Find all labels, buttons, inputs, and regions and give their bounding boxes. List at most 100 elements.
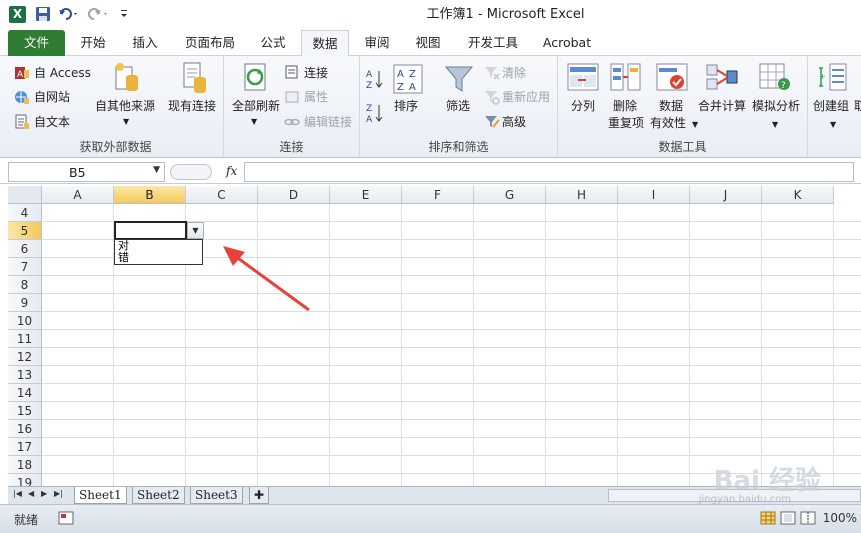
sheet-tab-2[interactable]: Sheet2: [132, 487, 185, 504]
first-sheet-icon[interactable]: |◀: [13, 489, 22, 498]
row-header-12[interactable]: 12: [8, 348, 42, 366]
tab-page-layout[interactable]: 页面布局: [176, 30, 244, 56]
row-header-4[interactable]: 4: [8, 204, 42, 222]
dropdown-option[interactable]: 错: [115, 252, 202, 264]
macro-record-icon[interactable]: [58, 511, 74, 528]
svg-text:A: A: [409, 82, 416, 93]
normal-view-icon[interactable]: [760, 511, 776, 528]
worksheet-grid[interactable]: ABCDEFGHIJK 4 5 6 7 8 9 10 11 12 13 14 15 16 17 18 19 ▼…: [8, 186, 861, 486]
row-header-7[interactable]: 7: [8, 258, 42, 276]
name-box[interactable]: B5 ▼: [8, 162, 165, 182]
edit-links-button[interactable]: 编辑链接: [304, 114, 352, 130]
sort-descending-icon[interactable]: ZA: [366, 102, 384, 127]
column-header-g[interactable]: G: [474, 186, 546, 204]
group-dropdown-icon[interactable]: ▼: [830, 117, 836, 133]
formula-expand-handle[interactable]: [170, 164, 212, 180]
row-header-5[interactable]: 5: [8, 222, 42, 240]
advanced-filter-icon: [484, 114, 500, 133]
ungroup-button[interactable]: 取: [854, 98, 861, 114]
column-header-h[interactable]: H: [546, 186, 618, 204]
properties-button[interactable]: 属性: [304, 89, 328, 105]
text-file-icon: [14, 114, 30, 133]
sort-ascending-icon[interactable]: AZ: [366, 68, 384, 93]
remove-duplicates-button[interactable]: 删除: [613, 98, 637, 114]
select-all-corner[interactable]: [8, 186, 42, 204]
what-if-dropdown-icon[interactable]: ▼: [772, 117, 778, 133]
column-header-f[interactable]: F: [402, 186, 474, 204]
row-header-14[interactable]: 14: [8, 384, 42, 402]
status-bar: 就绪 100%: [0, 504, 861, 533]
ribbon: A 自 Access 自网站 自文本 自其他来源 ▼ 现有连接 获取外部数据 全…: [0, 56, 861, 158]
row-header-17[interactable]: 17: [8, 438, 42, 456]
active-cell-b5[interactable]: [114, 221, 187, 240]
prev-sheet-icon[interactable]: ◀: [28, 489, 34, 498]
row-header-10[interactable]: 10: [8, 312, 42, 330]
column-header-i[interactable]: I: [618, 186, 690, 204]
from-other-sources-button[interactable]: 自其他来源: [95, 98, 155, 114]
sheet-tab-1[interactable]: Sheet1: [74, 487, 127, 504]
clear-button[interactable]: 清除: [502, 65, 526, 81]
svg-text:A: A: [366, 70, 373, 80]
row-header-18[interactable]: 18: [8, 456, 42, 474]
next-sheet-icon[interactable]: ▶: [41, 489, 47, 498]
tab-home[interactable]: 开始: [70, 30, 116, 56]
gridline-horizontal: [42, 293, 861, 294]
consolidate-button[interactable]: 合并计算: [698, 98, 746, 114]
tab-acrobat[interactable]: Acrobat: [535, 30, 599, 56]
insert-function-icon[interactable]: fx: [226, 164, 237, 178]
column-header-e[interactable]: E: [330, 186, 402, 204]
formula-input[interactable]: [244, 162, 854, 182]
remove-duplicates-button-line2[interactable]: 重复项: [608, 115, 644, 131]
gridline-vertical: [545, 204, 546, 486]
from-web-button[interactable]: 自网站: [34, 89, 70, 105]
group-button[interactable]: 创建组: [813, 98, 849, 114]
data-validation-button-line2[interactable]: 有效性: [650, 115, 686, 131]
row-header-6[interactable]: 6: [8, 240, 42, 258]
gridline-horizontal: [42, 365, 861, 366]
zoom-level[interactable]: 100%: [823, 511, 857, 525]
row-header-15[interactable]: 15: [8, 402, 42, 420]
row-header-11[interactable]: 11: [8, 330, 42, 348]
other-sources-dropdown-icon[interactable]: ▼: [123, 114, 129, 130]
column-header-k[interactable]: K: [762, 186, 834, 204]
tab-review[interactable]: 审阅: [356, 30, 398, 56]
reapply-button[interactable]: 重新应用: [502, 89, 550, 105]
text-to-columns-button[interactable]: 分列: [571, 98, 595, 114]
row-header-19[interactable]: 19: [8, 474, 42, 486]
row-header-13[interactable]: 13: [8, 366, 42, 384]
from-text-button[interactable]: 自文本: [34, 114, 70, 130]
reapply-icon: [484, 89, 500, 108]
insert-sheet-icon[interactable]: ✚: [249, 487, 270, 504]
data-validation-dropdown-icon[interactable]: ▼: [692, 117, 698, 133]
validation-dropdown-button[interactable]: ▼: [187, 222, 204, 239]
from-access-button[interactable]: 自 Access: [34, 65, 91, 81]
data-validation-button[interactable]: 数据: [659, 98, 683, 114]
tab-view[interactable]: 视图: [406, 30, 450, 56]
name-box-dropdown-icon[interactable]: ▼: [153, 165, 160, 175]
tab-developer[interactable]: 开发工具: [458, 30, 528, 56]
column-header-a[interactable]: A: [42, 186, 114, 204]
advanced-button[interactable]: 高级: [502, 114, 526, 130]
sort-button[interactable]: 排序: [394, 98, 418, 114]
column-header-b[interactable]: B: [114, 186, 186, 204]
row-header-16[interactable]: 16: [8, 420, 42, 438]
tab-data[interactable]: 数据: [301, 30, 349, 57]
page-break-view-icon[interactable]: [800, 511, 816, 528]
filter-button[interactable]: 筛选: [446, 98, 470, 114]
refresh-all-button[interactable]: 全部刷新: [232, 98, 280, 114]
last-sheet-icon[interactable]: ▶|: [54, 489, 63, 498]
existing-connections-button[interactable]: 现有连接: [168, 98, 216, 114]
row-header-8[interactable]: 8: [8, 276, 42, 294]
sheet-tab-3[interactable]: Sheet3: [190, 487, 243, 504]
tab-insert[interactable]: 插入: [122, 30, 168, 56]
row-header-9[interactable]: 9: [8, 294, 42, 312]
column-header-j[interactable]: J: [690, 186, 762, 204]
tab-formulas[interactable]: 公式: [252, 30, 294, 56]
refresh-dropdown-icon[interactable]: ▼: [251, 114, 257, 130]
tab-file[interactable]: 文件: [8, 30, 65, 56]
column-header-c[interactable]: C: [186, 186, 258, 204]
column-header-d[interactable]: D: [258, 186, 330, 204]
what-if-analysis-button[interactable]: 模拟分析: [752, 98, 800, 114]
page-layout-view-icon[interactable]: [780, 511, 796, 528]
connections-button[interactable]: 连接: [304, 65, 328, 81]
